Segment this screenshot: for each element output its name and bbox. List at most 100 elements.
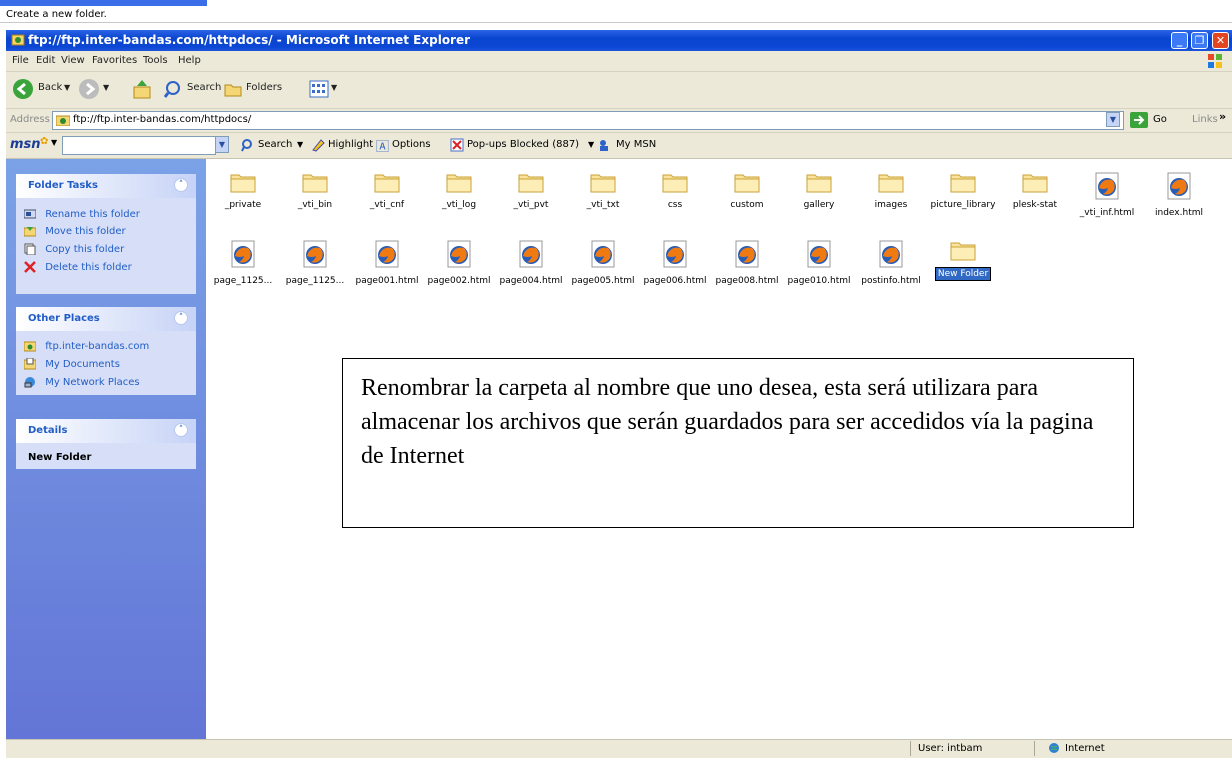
tooltip-bar: Create a new folder. (0, 0, 1232, 24)
address-dropdown-icon[interactable]: ▼ (1106, 112, 1120, 127)
links-chevron-icon[interactable]: » (1219, 110, 1226, 123)
html-file-item[interactable]: page_1125... (207, 239, 279, 286)
folder-item[interactable]: css (639, 171, 711, 210)
address-label: Address (10, 114, 50, 125)
menu-edit[interactable]: Edit (36, 55, 55, 66)
address-input[interactable]: ftp://ftp.inter-bandas.com/httpdocs/ (52, 111, 1124, 130)
html-file-item[interactable]: page008.html (711, 239, 783, 286)
folder-item[interactable]: picture_library (927, 171, 999, 210)
search-icon[interactable] (164, 79, 184, 99)
window-title: ftp://ftp.inter-bandas.com/httpdocs/ - M… (28, 33, 471, 47)
other-places-header[interactable]: Other Places ˄ (16, 307, 196, 331)
file-name-label: page004.html (499, 276, 563, 286)
folder-item[interactable]: New Folder (927, 239, 999, 281)
html-file-item[interactable]: page010.html (783, 239, 855, 286)
highlight-button[interactable]: Highlight (328, 139, 373, 150)
tooltip-text: Create a new folder. (6, 9, 107, 20)
html-file-item[interactable]: page005.html (567, 239, 639, 286)
views-dropdown-icon[interactable]: ▼ (331, 83, 337, 92)
folder-item[interactable]: custom (711, 171, 783, 210)
folders-icon[interactable] (223, 79, 243, 99)
menu-favorites[interactable]: Favorites (92, 55, 137, 66)
html-file-item[interactable]: _vti_inf.html (1071, 171, 1143, 218)
folder-item[interactable]: _vti_cnf (351, 171, 423, 210)
other-places-panel: Other Places ˄ ftp.inter-bandas.com My D… (16, 307, 196, 395)
internet-globe-icon (1049, 743, 1059, 753)
maximize-button[interactable]: ❐ (1191, 32, 1208, 49)
status-zone: Internet (1065, 743, 1105, 754)
popups-dropdown-icon[interactable]: ▼ (588, 140, 594, 149)
links-button[interactable]: Links (1192, 114, 1218, 125)
html-file-item[interactable]: page004.html (495, 239, 567, 286)
task-delete-folder[interactable]: Delete this folder (24, 261, 132, 273)
msn-search-input[interactable] (62, 136, 216, 155)
msn-search-dropdown-icon[interactable]: ▼ (215, 136, 229, 153)
task-copy-folder[interactable]: Copy this folder (24, 243, 124, 255)
folder-item[interactable]: gallery (783, 171, 855, 210)
html-file-item[interactable]: page_1125... (279, 239, 351, 286)
folder-item[interactable]: _vti_pvt (495, 171, 567, 210)
msn-dropdown-icon[interactable]: ▼ (51, 138, 57, 147)
place-my-documents[interactable]: My Documents (24, 358, 120, 370)
my-documents-icon (24, 358, 36, 370)
folder-item[interactable]: _vti_txt (567, 171, 639, 210)
task-rename-folder[interactable]: Rename this folder (24, 208, 140, 220)
firefox-html-icon (519, 240, 543, 268)
folder-item[interactable]: _vti_bin (279, 171, 351, 210)
folder-item[interactable]: _private (207, 171, 279, 210)
back-arrow-icon[interactable] (12, 78, 34, 100)
go-button[interactable]: Go (1153, 114, 1167, 125)
window-title-bar[interactable]: ftp://ftp.inter-bandas.com/httpdocs/ - M… (6, 30, 1232, 51)
menu-help[interactable]: Help (178, 55, 201, 66)
folder-item[interactable]: plesk-stat (999, 171, 1071, 210)
folders-button[interactable]: Folders (246, 82, 282, 93)
collapse-chevron-icon[interactable]: ˄ (174, 178, 188, 192)
views-icon[interactable] (309, 79, 329, 99)
options-icon: 🄰 (376, 140, 390, 155)
forward-dropdown-icon[interactable]: ▼ (103, 83, 109, 92)
options-button[interactable]: Options (392, 139, 431, 150)
html-file-item[interactable]: page006.html (639, 239, 711, 286)
popups-blocked-button[interactable]: Pop-ups Blocked (887) (467, 139, 579, 150)
back-button[interactable]: Back (38, 82, 62, 93)
file-name-label: custom (730, 200, 764, 210)
file-name-label: gallery (803, 200, 835, 210)
firefox-html-icon (447, 240, 471, 268)
html-file-item[interactable]: index.html (1143, 171, 1215, 218)
ftp-folder-icon (56, 115, 70, 126)
menu-tools[interactable]: Tools (143, 55, 168, 66)
folder-icon (518, 174, 544, 193)
html-file-item[interactable]: page001.html (351, 239, 423, 286)
folder-item[interactable]: images (855, 171, 927, 210)
file-name-label: _vti_log (441, 200, 477, 210)
go-arrow-icon[interactable] (1130, 112, 1148, 128)
place-ftp-site[interactable]: ftp.inter-bandas.com (24, 340, 149, 352)
place-my-network-places[interactable]: My Network Places (24, 376, 140, 388)
menu-bar: File Edit View Favorites Tools Help (6, 51, 1232, 72)
folder-icon (878, 174, 904, 193)
firefox-html-icon (1167, 172, 1191, 200)
msn-logo[interactable]: msn (10, 137, 41, 152)
msn-search-button[interactable]: Search (258, 139, 292, 150)
back-dropdown-icon[interactable]: ▼ (64, 83, 70, 92)
collapse-chevron-icon[interactable]: ˄ (174, 311, 188, 325)
minimize-button[interactable]: _ (1171, 32, 1188, 49)
menu-file[interactable]: File (12, 55, 29, 66)
close-button[interactable]: ✕ (1212, 32, 1229, 49)
taskbar-tab-strip (0, 0, 207, 6)
my-msn-button[interactable]: My MSN (616, 139, 656, 150)
file-name-label[interactable]: New Folder (934, 267, 992, 281)
folder-item[interactable]: _vti_log (423, 171, 495, 210)
menu-view[interactable]: View (61, 55, 85, 66)
html-file-item[interactable]: postinfo.html (855, 239, 927, 286)
msn-search-options-icon[interactable]: ▼ (297, 140, 303, 149)
folder-tasks-header[interactable]: Folder Tasks ˄ (16, 174, 196, 198)
collapse-chevron-icon[interactable]: ˄ (174, 423, 188, 437)
html-file-item[interactable]: page002.html (423, 239, 495, 286)
details-header[interactable]: Details ˄ (16, 419, 196, 443)
search-button[interactable]: Search (187, 82, 221, 93)
forward-arrow-icon[interactable] (78, 78, 100, 100)
task-move-folder[interactable]: Move this folder (24, 225, 126, 237)
task-pane: Folder Tasks ˄ Rename this folder Move t… (6, 159, 206, 739)
up-folder-icon[interactable] (132, 78, 152, 100)
